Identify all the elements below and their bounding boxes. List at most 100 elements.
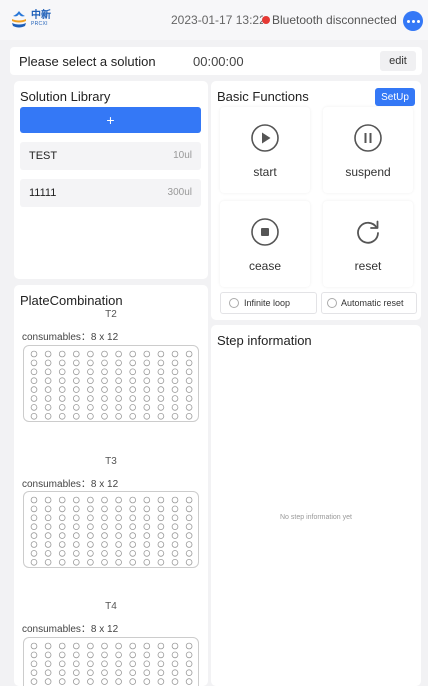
- well-circle: [129, 642, 136, 650]
- well-plate-grid[interactable]: [23, 491, 199, 568]
- edit-button[interactable]: edit: [380, 51, 416, 71]
- well-circle: [72, 404, 80, 411]
- radio-circle-icon: [327, 298, 337, 308]
- well-circle: [129, 514, 136, 522]
- current-datetime: 2023-01-17 13:22:0: [171, 13, 263, 27]
- well-circle: [129, 413, 136, 420]
- solution-volume: 10ul: [173, 150, 192, 161]
- well-circle: [115, 505, 122, 513]
- well-circle: [44, 386, 52, 393]
- well-circle: [115, 386, 122, 393]
- well-plate-grid[interactable]: [23, 345, 199, 422]
- step-information-title: Step information: [217, 333, 312, 348]
- well-circle: [72, 496, 80, 504]
- well-circle: [157, 496, 165, 504]
- well-circle: [58, 532, 66, 539]
- well-circle: [157, 359, 165, 367]
- plate-name: T4: [105, 601, 117, 612]
- well-circle: [129, 523, 136, 531]
- well-circle: [87, 541, 94, 548]
- automatic-reset-label: Automatic reset: [341, 298, 404, 308]
- well-circle: [30, 523, 38, 531]
- solution-item[interactable]: 11111 300ul: [20, 179, 201, 207]
- plate-consumables: consumables：8 x 12: [22, 332, 119, 343]
- well-circle: [44, 532, 52, 539]
- well-circle: [171, 386, 179, 393]
- well-circle: [87, 368, 94, 376]
- well-circle: [115, 541, 122, 548]
- well-circle: [143, 514, 151, 522]
- well-circle: [30, 377, 38, 385]
- well-circle: [87, 550, 94, 557]
- well-circle: [87, 496, 94, 504]
- well-circle: [185, 350, 193, 358]
- plate-consumables: consumables：8 x 12: [22, 479, 119, 490]
- automatic-reset-radio[interactable]: Automatic reset: [321, 292, 417, 314]
- plate-combination-title: PlateCombination: [20, 293, 123, 308]
- well-circle: [115, 532, 122, 539]
- well-circle: [185, 642, 193, 650]
- well-circle: [129, 505, 136, 513]
- start-button[interactable]: start: [220, 107, 310, 193]
- start-label: start: [253, 165, 277, 179]
- well-circle: [171, 359, 179, 367]
- well-circle: [72, 359, 80, 367]
- well-circle: [87, 678, 94, 685]
- well-circle: [129, 532, 136, 539]
- well-circle: [115, 395, 122, 402]
- well-circle: [87, 505, 94, 513]
- reset-label: reset: [354, 259, 382, 273]
- well-circle: [44, 350, 52, 358]
- well-plate-grid[interactable]: [23, 637, 199, 686]
- well-circle: [87, 559, 94, 566]
- well-circle: [44, 642, 52, 650]
- add-solution-button[interactable]: +: [20, 107, 201, 133]
- solution-name: TEST: [29, 150, 58, 162]
- well-circle: [87, 523, 94, 531]
- well-circle: [58, 413, 66, 420]
- well-circle: [143, 386, 151, 393]
- well-circle: [87, 413, 94, 420]
- well-circle: [30, 350, 38, 358]
- well-circle: [143, 559, 151, 566]
- setup-button[interactable]: SetUp: [375, 88, 415, 106]
- well-circle: [115, 550, 122, 557]
- well-circle: [171, 496, 179, 504]
- well-circle: [115, 496, 122, 504]
- well-circle: [87, 386, 94, 393]
- well-circle: [72, 413, 80, 420]
- selected-solution-label[interactable]: Please select a solution: [19, 54, 156, 69]
- more-menu-button[interactable]: [403, 11, 423, 31]
- well-circle: [115, 559, 122, 566]
- well-circle: [115, 413, 122, 420]
- well-circle: [58, 359, 66, 367]
- solution-item[interactable]: TEST 10ul: [20, 142, 201, 170]
- well-circle: [171, 541, 179, 548]
- well-circle: [157, 386, 165, 393]
- well-circle: [101, 368, 108, 376]
- well-circle: [72, 368, 80, 376]
- well-circle: [101, 377, 108, 385]
- well-circle: [171, 505, 179, 513]
- suspend-button[interactable]: suspend: [323, 107, 413, 193]
- well-circle: [129, 660, 136, 668]
- cease-button[interactable]: cease: [220, 201, 310, 287]
- well-circle: [115, 651, 122, 659]
- well-circle: [129, 395, 136, 402]
- well-circle: [58, 514, 66, 522]
- well-circle: [115, 404, 122, 411]
- well-circle: [143, 505, 151, 513]
- well-circle: [30, 359, 38, 367]
- well-circle: [30, 559, 38, 566]
- logo-text-en: PRCXI: [31, 21, 48, 27]
- infinite-loop-radio[interactable]: Infinite loop: [220, 292, 317, 314]
- well-circle: [157, 514, 165, 522]
- well-circle: [101, 413, 108, 420]
- reset-button[interactable]: reset: [323, 201, 413, 287]
- well-circle: [72, 514, 80, 522]
- well-circle: [72, 377, 80, 385]
- well-circle: [30, 496, 38, 504]
- well-circle: [72, 541, 80, 548]
- well-circle: [58, 642, 66, 650]
- well-circle: [87, 660, 94, 668]
